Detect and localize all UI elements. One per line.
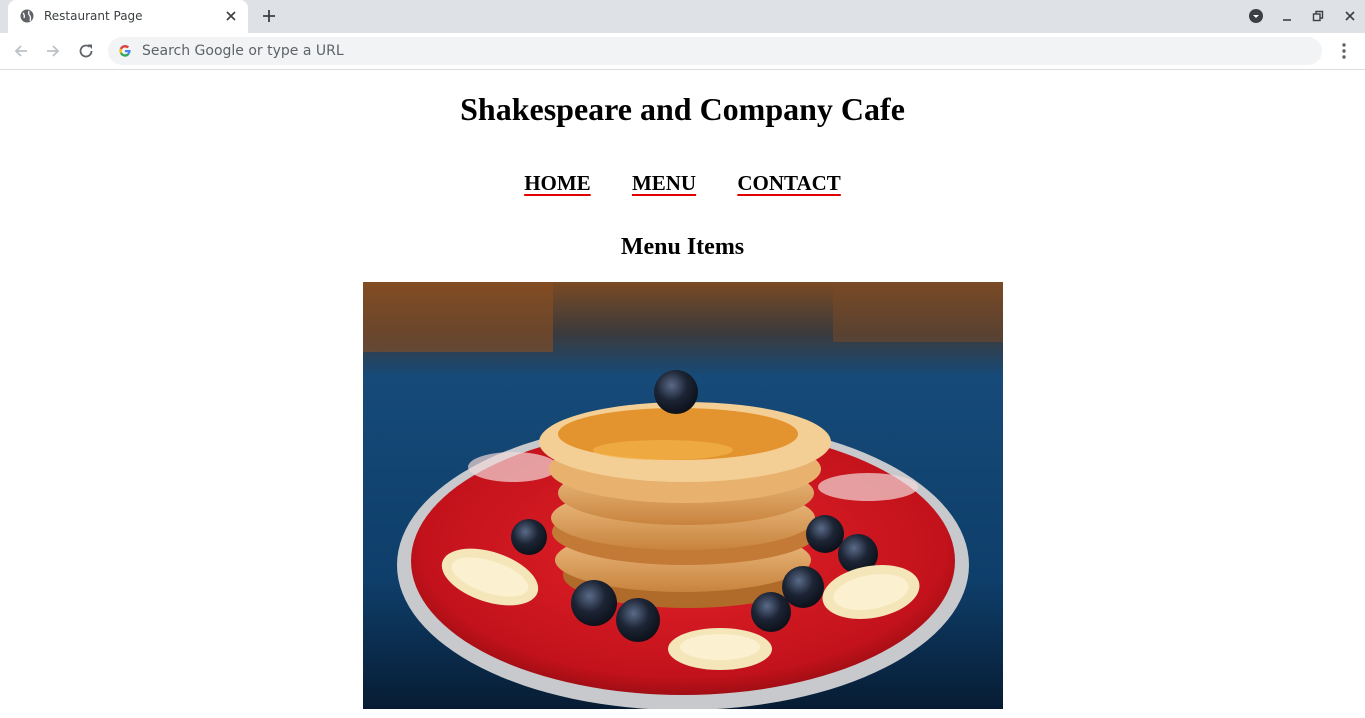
nav-menu-link[interactable]: MENU xyxy=(632,171,696,195)
pancakes-photo xyxy=(363,282,1003,709)
nav-contact-link[interactable]: CONTACT xyxy=(737,171,840,195)
new-tab-icon[interactable] xyxy=(261,8,277,24)
forward-icon[interactable] xyxy=(44,42,62,60)
tab-search-icon[interactable] xyxy=(1249,9,1263,23)
google-icon xyxy=(119,45,131,57)
main-nav: HOME MENU CONTACT xyxy=(0,171,1365,196)
close-window-icon[interactable] xyxy=(1343,9,1357,23)
nav-home-link[interactable]: HOME xyxy=(524,171,591,195)
restore-icon[interactable] xyxy=(1311,9,1325,23)
page-content: Shakespeare and Company Cafe HOME MENU C… xyxy=(0,71,1365,718)
browser-tab[interactable]: Restaurant Page xyxy=(8,0,248,33)
reload-icon[interactable] xyxy=(77,42,95,60)
address-bar-placeholder: Search Google or type a URL xyxy=(142,43,344,59)
back-icon[interactable] xyxy=(12,42,30,60)
address-bar[interactable]: Search Google or type a URL xyxy=(108,37,1322,65)
browser-toolbar: Search Google or type a URL xyxy=(0,33,1365,70)
site-title: Shakespeare and Company Cafe xyxy=(460,91,905,127)
tab-title: Restaurant Page xyxy=(44,9,143,23)
section-title: Menu Items xyxy=(620,234,745,260)
more-menu-icon[interactable] xyxy=(1336,41,1352,61)
tab-strip: Restaurant Page xyxy=(0,0,1365,33)
globe-icon xyxy=(20,9,34,23)
close-tab-icon[interactable] xyxy=(224,9,238,23)
minimize-icon[interactable] xyxy=(1280,9,1294,23)
